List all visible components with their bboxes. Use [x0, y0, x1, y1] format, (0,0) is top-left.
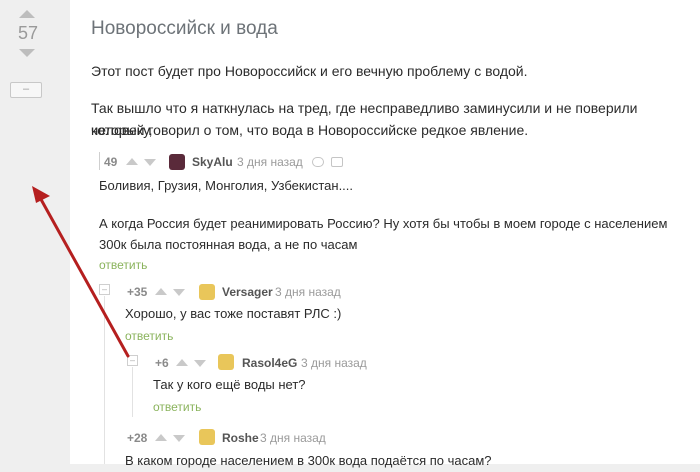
red-annotation-arrow [32, 186, 130, 358]
annotation-arrow-line [36, 192, 130, 358]
annotation-arrow-head [32, 186, 50, 203]
